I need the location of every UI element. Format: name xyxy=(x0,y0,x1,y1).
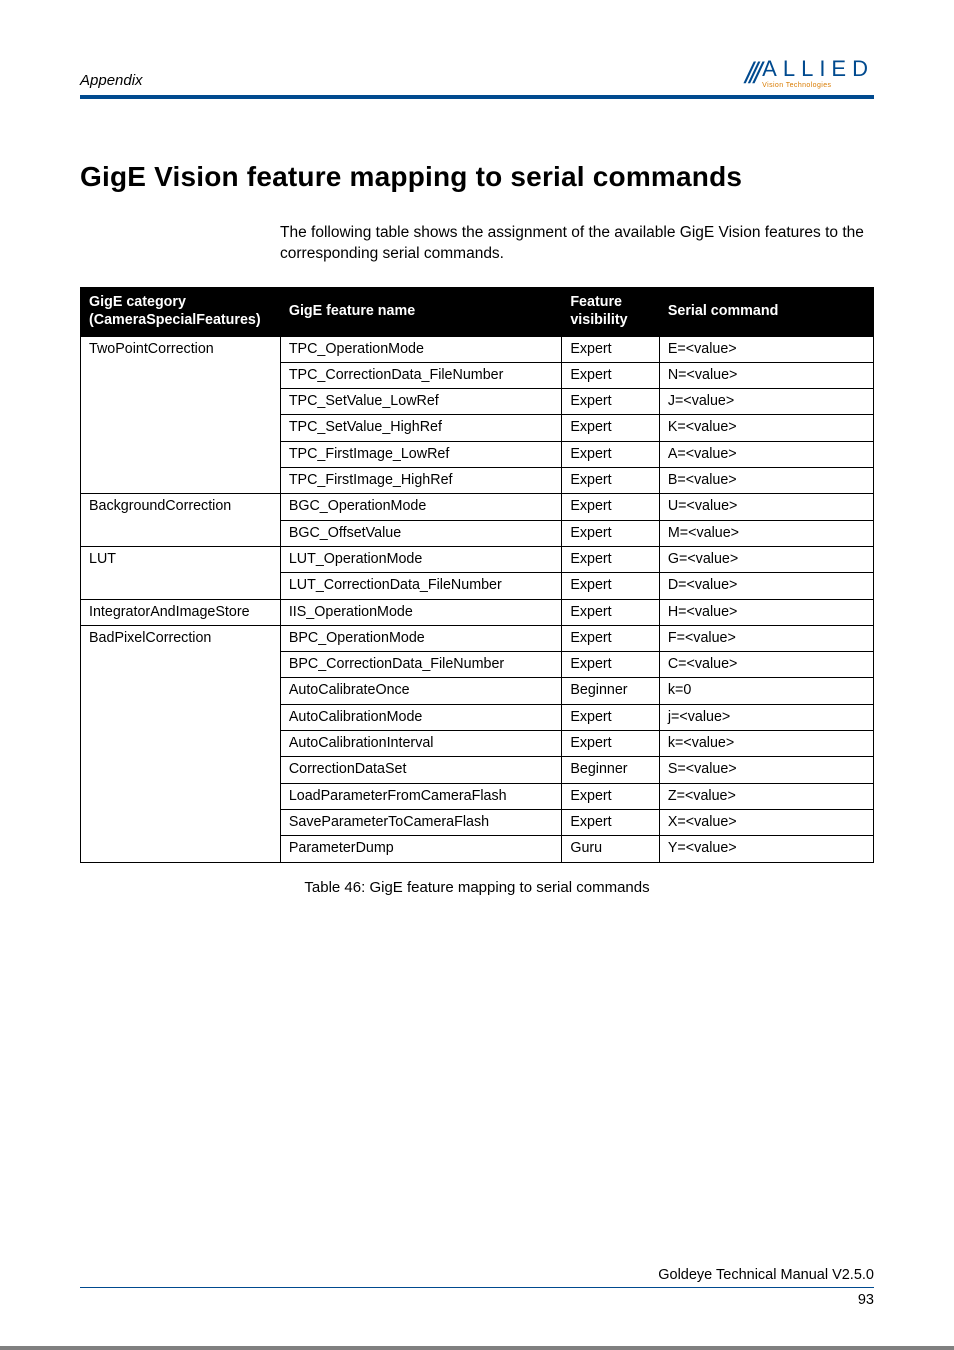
footer-page-number: 93 xyxy=(80,1292,874,1308)
cell-command: j=<value> xyxy=(659,704,873,730)
table-row: TwoPointCorrectionTPC_OperationModeExper… xyxy=(81,336,874,362)
table-caption: Table 46: GigE feature mapping to serial… xyxy=(80,879,874,896)
cell-command: C=<value> xyxy=(659,652,873,678)
cell-command: S=<value> xyxy=(659,757,873,783)
cell-visibility: Expert xyxy=(562,468,660,494)
cell-feature: BGC_OperationMode xyxy=(280,494,562,520)
cell-command: D=<value> xyxy=(659,573,873,599)
col-header-category: GigE category (CameraSpecialFeatures) xyxy=(81,287,281,336)
cell-visibility: Beginner xyxy=(562,757,660,783)
cell-command: B=<value> xyxy=(659,468,873,494)
logo-slashes-icon: /// xyxy=(745,59,758,89)
intro-paragraph: The following table shows the assignment… xyxy=(280,223,874,265)
cell-feature: BPC_OperationMode xyxy=(280,625,562,651)
cell-command: F=<value> xyxy=(659,625,873,651)
cell-command: A=<value> xyxy=(659,441,873,467)
cell-command: N=<value> xyxy=(659,362,873,388)
cell-command: Z=<value> xyxy=(659,783,873,809)
cell-category: BackgroundCorrection xyxy=(81,494,281,547)
header-rule xyxy=(80,95,874,99)
cell-feature: BPC_CorrectionData_FileNumber xyxy=(280,652,562,678)
cell-command: M=<value> xyxy=(659,520,873,546)
cell-category: BadPixelCorrection xyxy=(81,625,281,862)
mapping-table: GigE category (CameraSpecialFeatures) Gi… xyxy=(80,287,874,863)
cell-feature: LoadParameterFromCameraFlash xyxy=(280,783,562,809)
cell-feature: TPC_FirstImage_HighRef xyxy=(280,468,562,494)
cell-visibility: Expert xyxy=(562,573,660,599)
cell-feature: TPC_SetValue_LowRef xyxy=(280,389,562,415)
logo: /// ALLIED Vision Technologies xyxy=(745,58,874,89)
cell-visibility: Expert xyxy=(562,625,660,651)
cell-feature: AutoCalibrationMode xyxy=(280,704,562,730)
cell-command: X=<value> xyxy=(659,809,873,835)
cell-feature: TPC_CorrectionData_FileNumber xyxy=(280,362,562,388)
cell-feature: TPC_OperationMode xyxy=(280,336,562,362)
cell-feature: TPC_FirstImage_LowRef xyxy=(280,441,562,467)
page-header: Appendix /// ALLIED Vision Technologies xyxy=(80,58,874,89)
cell-feature: LUT_OperationMode xyxy=(280,546,562,572)
cell-visibility: Expert xyxy=(562,546,660,572)
cell-visibility: Expert xyxy=(562,731,660,757)
header-section: Appendix xyxy=(80,72,143,89)
cell-command: J=<value> xyxy=(659,389,873,415)
footer-doc-title: Goldeye Technical Manual V2.5.0 xyxy=(80,1267,874,1283)
cell-category: IntegratorAndImageStore xyxy=(81,599,281,625)
cell-visibility: Expert xyxy=(562,336,660,362)
cell-command: k=<value> xyxy=(659,731,873,757)
cell-feature: CorrectionDataSet xyxy=(280,757,562,783)
bottom-edge-bar xyxy=(0,1346,954,1350)
col-header-visibility: Feature visibility xyxy=(562,287,660,336)
table-header-row: GigE category (CameraSpecialFeatures) Gi… xyxy=(81,287,874,336)
cell-category: TwoPointCorrection xyxy=(81,336,281,494)
table-row: BadPixelCorrectionBPC_OperationModeExper… xyxy=(81,625,874,651)
page-footer: Goldeye Technical Manual V2.5.0 93 xyxy=(80,1267,874,1308)
cell-visibility: Expert xyxy=(562,362,660,388)
logo-subtext: Vision Technologies xyxy=(762,82,874,89)
cell-visibility: Expert xyxy=(562,783,660,809)
cell-visibility: Expert xyxy=(562,494,660,520)
cell-visibility: Expert xyxy=(562,520,660,546)
cell-feature: BGC_OffsetValue xyxy=(280,520,562,546)
table-row: BackgroundCorrectionBGC_OperationModeExp… xyxy=(81,494,874,520)
cell-command: H=<value> xyxy=(659,599,873,625)
page-title: GigE Vision feature mapping to serial co… xyxy=(80,161,874,193)
cell-visibility: Expert xyxy=(562,441,660,467)
col-header-feature-name: GigE feature name xyxy=(280,287,562,336)
col-header-serial-command: Serial command xyxy=(659,287,873,336)
cell-visibility: Expert xyxy=(562,599,660,625)
cell-visibility: Expert xyxy=(562,652,660,678)
cell-feature: SaveParameterToCameraFlash xyxy=(280,809,562,835)
cell-command: G=<value> xyxy=(659,546,873,572)
cell-visibility: Expert xyxy=(562,704,660,730)
logo-text: ALLIED xyxy=(762,58,874,80)
cell-category: LUT xyxy=(81,546,281,599)
cell-command: Y=<value> xyxy=(659,836,873,862)
cell-feature: IIS_OperationMode xyxy=(280,599,562,625)
footer-rule xyxy=(80,1287,874,1288)
cell-command: E=<value> xyxy=(659,336,873,362)
table-row: IntegratorAndImageStoreIIS_OperationMode… xyxy=(81,599,874,625)
cell-visibility: Expert xyxy=(562,415,660,441)
cell-feature: TPC_SetValue_HighRef xyxy=(280,415,562,441)
cell-visibility: Beginner xyxy=(562,678,660,704)
cell-visibility: Expert xyxy=(562,389,660,415)
cell-feature: LUT_CorrectionData_FileNumber xyxy=(280,573,562,599)
cell-visibility: Guru xyxy=(562,836,660,862)
cell-feature: AutoCalibrateOnce xyxy=(280,678,562,704)
cell-command: U=<value> xyxy=(659,494,873,520)
cell-feature: AutoCalibrationInterval xyxy=(280,731,562,757)
table-row: LUTLUT_OperationModeExpertG=<value> xyxy=(81,546,874,572)
cell-feature: ParameterDump xyxy=(280,836,562,862)
cell-visibility: Expert xyxy=(562,809,660,835)
cell-command: k=0 xyxy=(659,678,873,704)
cell-command: K=<value> xyxy=(659,415,873,441)
